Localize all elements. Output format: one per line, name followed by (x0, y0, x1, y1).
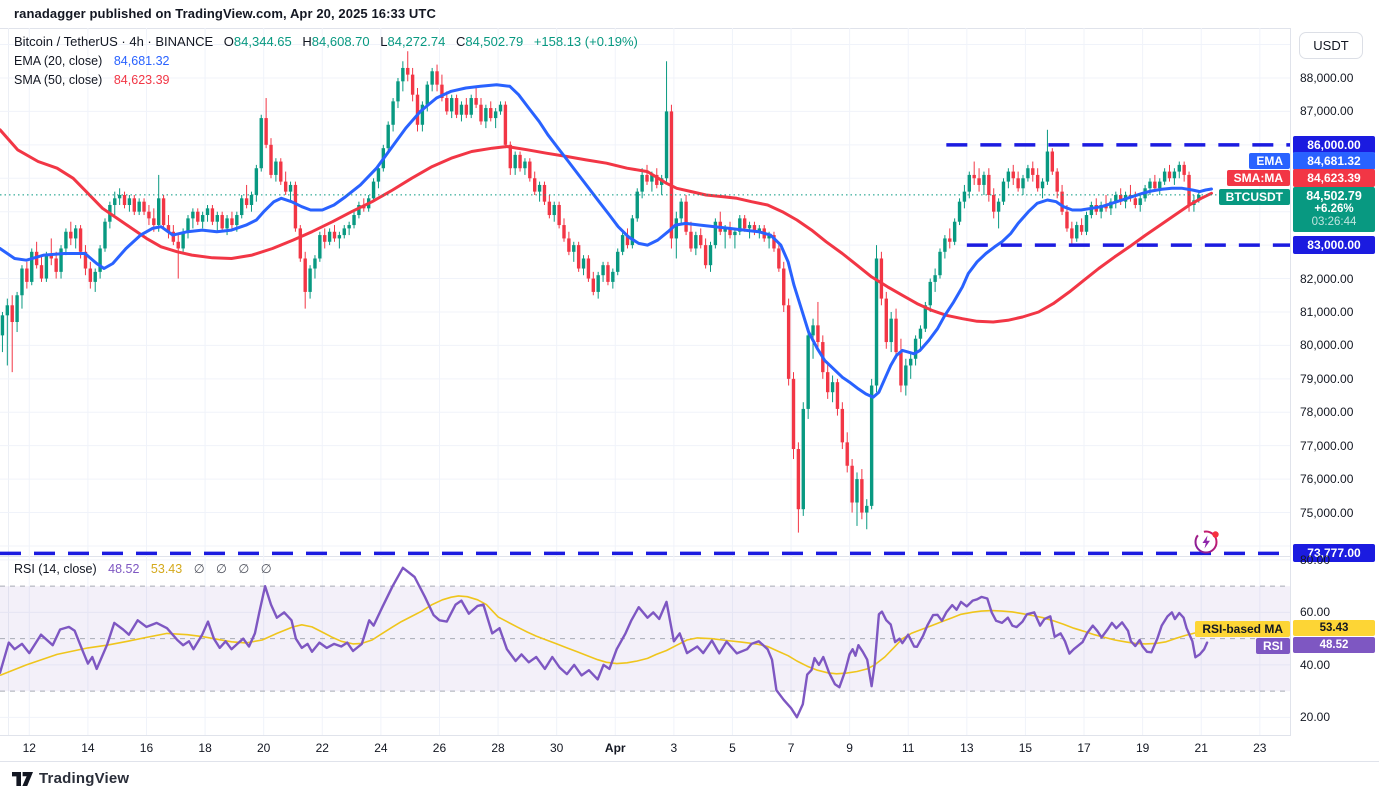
time-axis-label: 7 (788, 741, 795, 755)
high-value: 84,608.70 (312, 34, 370, 49)
symbol-title[interactable]: Bitcoin / TetherUS · 4h · BINANCE (14, 34, 213, 49)
price-axis-label: 87,000.00 (1300, 104, 1353, 118)
open-label: O (224, 34, 234, 49)
time-axis-label: 19 (1136, 741, 1149, 755)
rsi-ma-tag: RSI-based MA (1195, 621, 1290, 637)
sma-value-badge: 84,623.39 (1293, 169, 1375, 187)
candle-countdown: 03:26:44 (1293, 216, 1375, 229)
price-axis-label: 76,000.00 (1300, 472, 1353, 486)
tradingview-logo-text: TradingView (39, 770, 129, 787)
currency-toggle-button[interactable]: USDT (1299, 32, 1363, 59)
time-axis-label: 15 (1019, 741, 1032, 755)
rsi-axis-label: 20.00 (1300, 710, 1330, 724)
time-axis-label: 30 (550, 741, 563, 755)
price-axis-label: 75,000.00 (1300, 506, 1353, 520)
rsi-axis-label: 60.00 (1300, 605, 1330, 619)
change-value: +158.13 (+0.19%) (534, 34, 638, 49)
price-axis-label: 81,000.00 (1300, 305, 1353, 319)
last-price-value: 84,502.79 (1293, 189, 1375, 203)
rsi-tag: RSI (1256, 638, 1290, 654)
chart-legend: Bitcoin / TetherUS · 4h · BINANCE O84,34… (14, 33, 638, 90)
time-axis-label: 9 (846, 741, 853, 755)
time-axis-label: 18 (198, 741, 211, 755)
sma-value: 84,623.39 (114, 73, 170, 87)
ema-legend-row[interactable]: EMA (20, close) 84,681.32 (14, 52, 638, 70)
price-axis-label: 82,000.00 (1300, 272, 1353, 286)
rsi-ma-current-value: 53.43 (151, 562, 182, 576)
time-axis-label: 3 (671, 741, 678, 755)
rsi-ma-value-badge: 53.43 (1293, 620, 1375, 636)
high-label: H (302, 34, 311, 49)
last-price-change: +6.26% (1293, 203, 1375, 216)
time-axis-label: 14 (81, 741, 94, 755)
time-axis-label: 11 (902, 741, 914, 755)
close-label: C (456, 34, 465, 49)
sma-label[interactable]: SMA (50, close) (14, 73, 102, 87)
level-badge-83000: 83,000.00 (1293, 236, 1375, 254)
time-axis-label: 23 (1253, 741, 1266, 755)
rsi-current-value: 48.52 (108, 562, 139, 576)
rsi-value-badge: 48.52 (1293, 637, 1375, 653)
ema-value-badge: 84,681.32 (1293, 152, 1375, 170)
time-axis-label: 28 (491, 741, 504, 755)
ema-label[interactable]: EMA (20, close) (14, 54, 102, 68)
rsi-axis-label: 80.00 (1300, 553, 1330, 567)
time-axis-label: 13 (960, 741, 973, 755)
time-axis-label: 16 (140, 741, 153, 755)
close-value: 84,502.79 (465, 34, 523, 49)
symbol-tag: BTCUSDT (1219, 189, 1290, 205)
tradingview-logo[interactable]: TradingView (12, 770, 129, 787)
sma-tag: SMA:MA (1227, 170, 1290, 186)
price-axis-label: 79,000.00 (1300, 372, 1353, 386)
time-axis-label: 12 (23, 741, 36, 755)
low-value: 84,272.74 (387, 34, 445, 49)
ema-tag: EMA (1249, 153, 1290, 169)
price-chart-canvas[interactable] (0, 0, 1290, 761)
rsi-legend-row[interactable]: RSI (14, close) 48.52 53.43 ∅ ∅ ∅ ∅ (14, 561, 276, 576)
price-axis-label: 78,000.00 (1300, 405, 1353, 419)
flash-icon[interactable] (1193, 528, 1221, 556)
ema-value: 84,681.32 (114, 54, 170, 68)
time-axis-label: 20 (257, 741, 270, 755)
time-axis-label: 17 (1077, 741, 1090, 755)
rsi-label[interactable]: RSI (14, close) (14, 562, 97, 576)
time-axis-label: 21 (1195, 741, 1208, 755)
price-axis-label: 80,000.00 (1300, 338, 1353, 352)
rsi-axis-label: 40.00 (1300, 658, 1330, 672)
time-axis-label: 5 (729, 741, 736, 755)
rsi-empty-params: ∅ ∅ ∅ ∅ (194, 562, 276, 576)
time-axis-label: 24 (374, 741, 387, 755)
last-price-badge: 84,502.79 +6.26% 03:26:44 (1293, 187, 1375, 232)
symbol-legend-row[interactable]: Bitcoin / TetherUS · 4h · BINANCE O84,34… (14, 33, 638, 51)
tradingview-logo-icon (12, 772, 33, 786)
price-axis-label: 88,000.00 (1300, 71, 1353, 85)
price-axis-label: 77,000.00 (1300, 439, 1353, 453)
time-axis-label: 22 (316, 741, 329, 755)
time-axis-label: 26 (433, 741, 446, 755)
footer-bar (0, 762, 1379, 796)
open-value: 84,344.65 (234, 34, 292, 49)
tradingview-screenshot: ranadagger published on TradingView.com,… (0, 0, 1379, 796)
time-axis-label: Apr (605, 741, 626, 755)
sma-legend-row[interactable]: SMA (50, close) 84,623.39 (14, 71, 638, 89)
